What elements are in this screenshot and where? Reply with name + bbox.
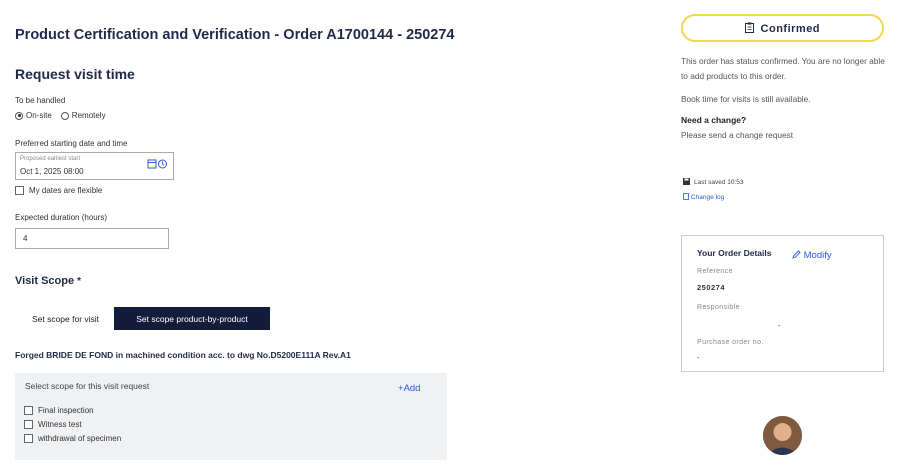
order-details-card: Your Order Details Modify Reference 2502… (681, 235, 884, 372)
reference-label: Reference (697, 268, 733, 275)
to-be-handled-label: To be handled (15, 96, 66, 105)
add-scope-label: Add (403, 383, 421, 394)
select-scope-label: Select scope for this visit request (25, 381, 150, 391)
final-inspection-checkbox[interactable] (24, 406, 33, 415)
remote-label: Remotely (71, 111, 106, 120)
duration-label: Expected duration (hours) (15, 213, 108, 222)
onsite-label: On-site (26, 111, 52, 120)
scope-item: Witness test (24, 420, 121, 429)
flexible-dates-checkbox[interactable] (15, 186, 24, 195)
change-log-label: Change log (691, 194, 725, 201)
preferred-date-label: Preferred starting date and time (15, 139, 128, 148)
scope-item: withdrawal of specimen (24, 434, 121, 443)
scope-selection-panel: Select scope for this visit request +Add… (15, 373, 447, 460)
scope-items-list: Final inspection Witness test withdrawal… (24, 406, 121, 443)
onsite-radio[interactable] (15, 111, 23, 120)
last-saved-text: Last saved 10:53 (694, 179, 744, 186)
add-scope-button[interactable]: +Add (398, 383, 420, 394)
handling-radio-group: On-site Remotely (15, 111, 106, 120)
witness-test-checkbox[interactable] (24, 420, 33, 429)
scope-item-label: withdrawal of specimen (38, 434, 122, 443)
duration-input[interactable]: 4 (15, 228, 169, 249)
responsible-label: Responsible (697, 304, 740, 311)
preferred-date-field[interactable]: Proposed earliest start Oct 1, 2025 08:0… (15, 152, 174, 180)
scope-product-by-product-button[interactable]: Set scope product-by-product (114, 307, 270, 330)
purchase-order-label: Purchase order no. (697, 339, 764, 346)
request-visit-heading: Request visit time (15, 66, 135, 82)
avatar[interactable] (763, 416, 802, 455)
book-time-text: Book time for visits is still available. (681, 94, 811, 104)
required-asterisk: * (77, 276, 82, 287)
visit-scope-heading: Visit Scope * (15, 275, 81, 287)
status-badge: Confirmed (681, 14, 884, 42)
need-change-text: Please send a change request (681, 130, 794, 140)
scope-for-visit-button[interactable]: Set scope for visit (20, 307, 111, 330)
pencil-icon (792, 250, 804, 261)
change-log-link[interactable]: Change log (683, 193, 724, 202)
order-details-title: Your Order Details (697, 248, 772, 258)
responsible-value: - (778, 321, 781, 330)
withdrawal-of-specimen-checkbox[interactable] (24, 434, 33, 443)
flexible-dates-label: My dates are flexible (29, 186, 103, 195)
need-change-title: Need a change? (681, 115, 747, 125)
purchase-order-value: - (697, 353, 700, 362)
modify-link[interactable]: Modify (792, 250, 832, 261)
reference-value: 250274 (697, 283, 726, 292)
status-description: This order has status confirmed. You are… (681, 56, 885, 81)
modify-label: Modify (803, 250, 832, 261)
save-icon (683, 178, 690, 187)
scope-item-label: Witness test (38, 420, 82, 429)
calendar-clock-icon[interactable] (147, 158, 169, 172)
status-label: Confirmed (760, 23, 821, 35)
page-title: Product Certification and Verification -… (15, 27, 455, 43)
flexible-dates-row: My dates are flexible (15, 186, 102, 195)
document-icon (683, 193, 689, 202)
scope-item-label: Final inspection (38, 406, 94, 415)
product-title: Forged BRIDE DE FOND in machined conditi… (15, 350, 351, 360)
scope-item: Final inspection (24, 406, 121, 415)
last-saved-row: Last saved 10:53 (683, 178, 744, 187)
date-value: Oct 1, 2025 08:00 (20, 167, 84, 176)
clipboard-icon (744, 22, 758, 35)
date-placeholder: Proposed earliest start (20, 156, 81, 162)
visit-scope-title: Visit Scope (15, 275, 75, 287)
remote-radio[interactable] (60, 111, 69, 120)
